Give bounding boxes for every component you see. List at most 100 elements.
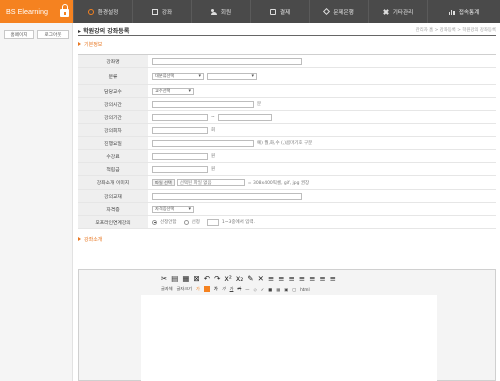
arrow-icon — [78, 42, 81, 46]
italic-icon[interactable]: 가 — [222, 286, 226, 292]
nav-item-settings[interactable]: 환경설정 — [73, 0, 132, 23]
editor-toolbar-main: ✂ ▤ ▦ ⊠ ↶ ↷ x² x₂ ✎ ✕ ≡ ≡ ≡ ≡ ≡ ≡ ≡ — [161, 274, 336, 283]
reserve-label: 적립금 — [78, 163, 148, 175]
nav-item-label: 결제 — [279, 9, 291, 16]
form-value — [152, 190, 302, 202]
nav-item-courses[interactable]: 강좌 — [132, 0, 191, 23]
file-select-button[interactable]: 파일 선택 — [152, 179, 175, 186]
remove-format-icon[interactable]: ✕ — [258, 274, 264, 283]
section-title-text: 기본정보 — [84, 42, 103, 48]
form-row-period: 강의기간 ~ — [78, 111, 496, 124]
html-source-button[interactable]: html — [300, 287, 310, 292]
align-left-icon[interactable]: ≡ — [268, 274, 274, 283]
superscript-icon[interactable]: x² — [224, 274, 231, 283]
media-icon[interactable]: ▢ — [292, 287, 296, 292]
book-label: 강의교재 — [78, 190, 148, 202]
course-form: 강좌명 분류 대분류선택 담당교수 교수선택 강의시간 분 — [78, 54, 496, 229]
period-end-input[interactable] — [217, 113, 272, 121]
nav-item-label: 접속통계 — [458, 9, 480, 16]
form-row-reserve: 적립금 원 — [78, 163, 496, 176]
form-value: 원 — [152, 163, 215, 175]
unlink-icon[interactable]: ✓ — [261, 287, 265, 292]
homepage-button[interactable]: 홈페이지 — [4, 30, 34, 39]
indent-icon[interactable]: ≡ — [309, 274, 315, 283]
qualification-select[interactable]: 자격증선택 — [152, 205, 194, 213]
subscript-icon[interactable]: x₂ — [236, 274, 243, 283]
form-row-days: 진행요일 예) 월,화,수 (,)콤마기호 구분 — [78, 137, 496, 150]
brand-logo[interactable]: BS Elearning — [0, 0, 73, 23]
offline-none-radio[interactable] — [152, 219, 157, 225]
align-center-icon[interactable]: ≡ — [278, 274, 284, 283]
paste-word-icon[interactable]: ⊠ — [193, 274, 199, 283]
align-justify-icon[interactable]: ≡ — [299, 274, 305, 283]
logout-button[interactable]: 로그아웃 — [37, 30, 69, 39]
form-row-name: 강좌명 — [78, 55, 496, 68]
category-minor-select[interactable] — [207, 72, 257, 80]
offline-number-input[interactable] — [206, 218, 219, 226]
edit-icon — [151, 8, 158, 15]
nav-item-label: 강좌 — [161, 9, 173, 16]
fee-input[interactable] — [152, 152, 208, 160]
form-row-teacher: 담당교수 교수선택 — [78, 85, 496, 98]
editor-content-area[interactable] — [141, 295, 437, 381]
horizontal-rule-icon[interactable]: — — [245, 287, 249, 292]
form-row-book: 강의교재 — [78, 190, 496, 203]
font-color-icon[interactable]: 가 — [196, 286, 200, 292]
form-value: 자격증선택 — [152, 203, 194, 215]
category-major-select[interactable]: 대분류선택 — [152, 72, 204, 80]
font-size-select[interactable]: 글자크기 — [177, 286, 192, 292]
copy-icon[interactable]: ▤ — [171, 274, 178, 283]
bold-icon[interactable]: 가 — [214, 286, 218, 292]
form-row-fee: 수강료 원 — [78, 150, 496, 163]
nav-item-etc[interactable]: 기타관리 — [368, 0, 427, 23]
flash-icon[interactable]: ■ — [268, 287, 272, 292]
form-row-category: 분류 대분류선택 — [78, 68, 496, 85]
align-right-icon[interactable]: ≡ — [288, 274, 294, 283]
font-family-select[interactable]: 글자체 — [161, 286, 173, 292]
section-title-intro: 강좌소개 — [78, 236, 102, 243]
redo-icon[interactable]: ↷ — [214, 274, 220, 283]
users-icon — [210, 8, 217, 15]
teacher-select[interactable]: 교수선택 — [152, 87, 194, 95]
period-start-input[interactable] — [152, 113, 208, 121]
nav-item-stats[interactable]: 접속통계 — [427, 0, 500, 23]
nav-item-question-bank[interactable]: 문제은행 — [309, 0, 368, 23]
table-icon[interactable]: ▦ — [276, 287, 280, 292]
link-icon[interactable]: ◇ — [253, 287, 256, 292]
bullet-list-icon[interactable]: ≡ — [330, 274, 336, 283]
time-input[interactable] — [152, 100, 254, 108]
lock-icon — [60, 4, 69, 18]
form-row-offline: 오프라인연계강의 선정안함 선정 1~3중에서 입력. — [78, 216, 496, 229]
form-value: 분 — [152, 98, 261, 110]
offline-label: 오프라인연계강의 — [78, 216, 148, 228]
paste-icon[interactable]: ▦ — [182, 274, 189, 283]
title-divider — [78, 35, 496, 36]
period-separator: ~ — [211, 114, 215, 120]
form-row-qualification: 자격증 자격증선택 — [78, 203, 496, 216]
strikethrough-icon[interactable]: 가 — [237, 286, 241, 292]
numbered-list-icon[interactable]: ≡ — [319, 274, 325, 283]
nav-item-members[interactable]: 회원 — [191, 0, 250, 23]
book-input[interactable] — [152, 192, 302, 200]
time-unit: 분 — [257, 102, 262, 107]
count-label: 강의회차 — [78, 124, 148, 136]
undo-icon[interactable]: ↶ — [204, 274, 210, 283]
highlight-color-icon[interactable] — [203, 286, 210, 292]
left-sidebar: 홈페이지 로그아웃 — [0, 23, 73, 381]
image-hint: = 308x400픽셀, gif, jpg 권장 — [247, 180, 310, 186]
image-icon[interactable]: ▣ — [284, 287, 288, 292]
cut-icon[interactable]: ✂ — [161, 274, 167, 283]
offline-hint: 1~3중에서 입력. — [221, 220, 255, 225]
nav-item-payment[interactable]: 결제 — [250, 0, 309, 23]
page-title: ▸ 학원강의 강좌등록 — [78, 28, 130, 35]
days-input[interactable] — [152, 139, 254, 147]
count-input[interactable] — [152, 126, 208, 134]
offline-select-radio[interactable] — [183, 219, 189, 225]
nav-item-label: 회원 — [220, 9, 232, 16]
main-content: ▸ 학원강의 강좌등록 관리자 홈 > 강좌등록 > 학원강의 강좌등록 기본정… — [74, 23, 500, 381]
reserve-input[interactable] — [152, 165, 208, 173]
offline-select-label: 선정 — [191, 220, 200, 225]
eraser-icon[interactable]: ✎ — [247, 274, 253, 283]
course-name-input[interactable] — [152, 57, 302, 65]
underline-icon[interactable]: 가 — [230, 286, 234, 292]
